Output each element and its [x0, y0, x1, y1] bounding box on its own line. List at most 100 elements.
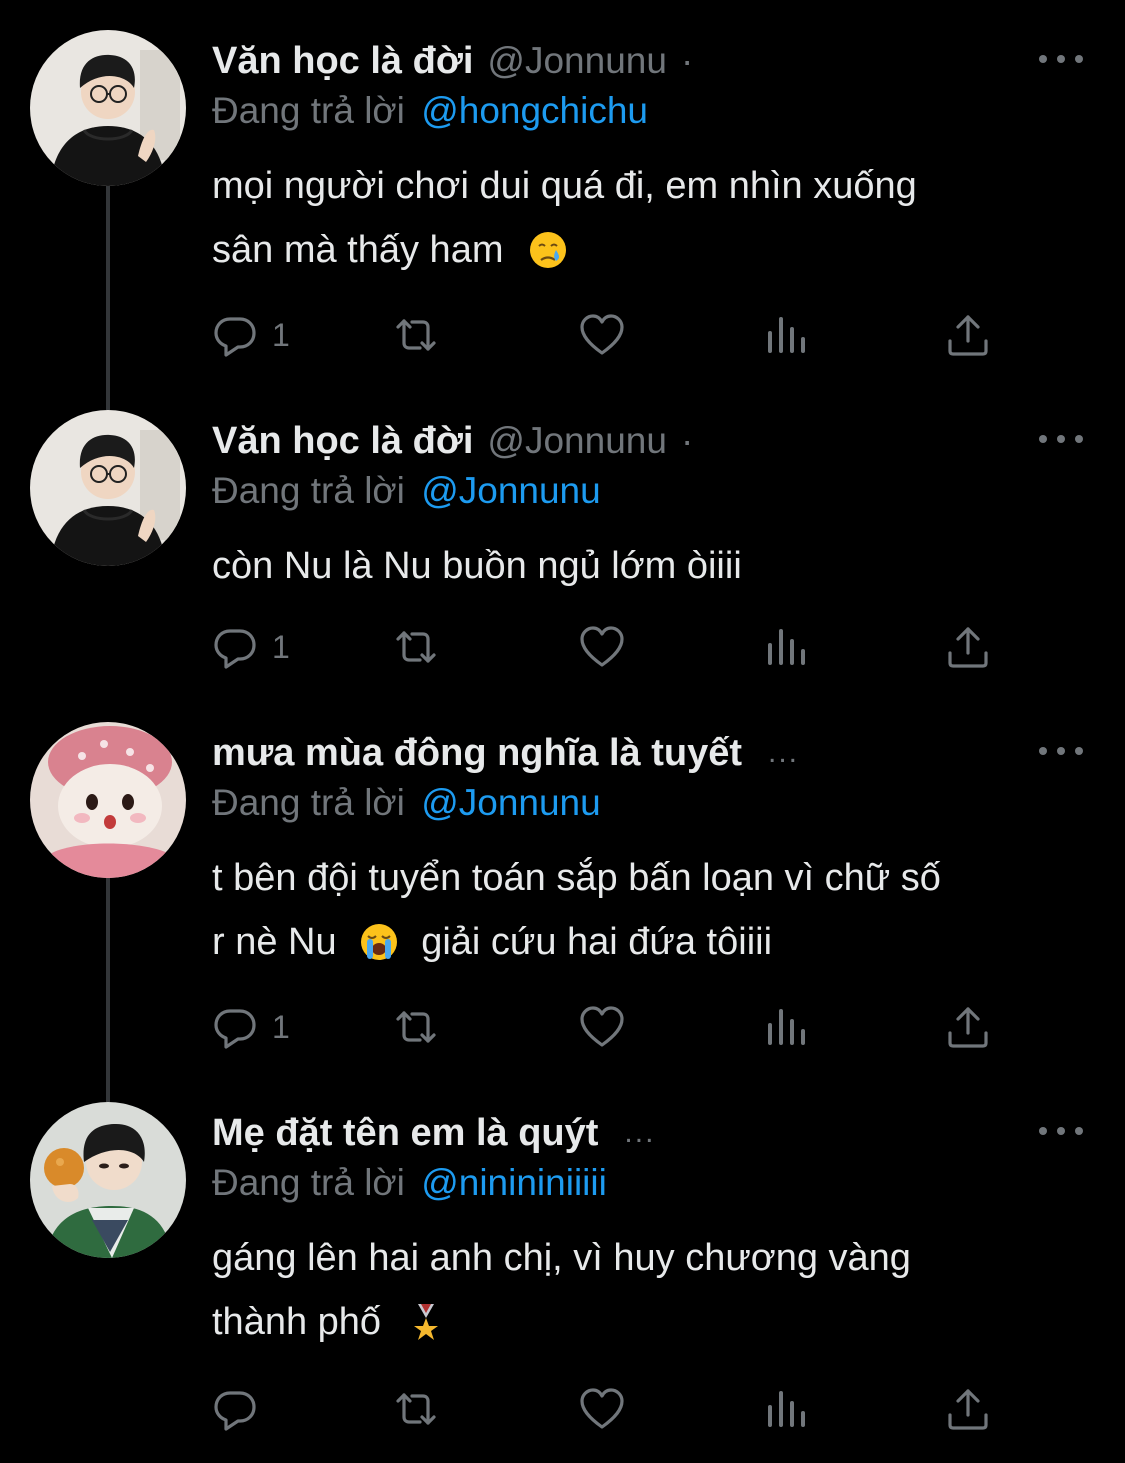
tweet-header: mưa mùa đông nghĩa là tuyết ...: [212, 730, 799, 776]
analytics-icon: [768, 629, 805, 665]
avatar[interactable]: [30, 410, 186, 566]
more-options-icon[interactable]: [1039, 44, 1083, 74]
reply-icon: [214, 1391, 256, 1431]
analytics-icon: [768, 1009, 805, 1045]
retweet-icon: [396, 1011, 436, 1043]
tweet-text-line: thành phố: [212, 1301, 382, 1343]
reply-thread: Văn học là đời @Jonnunu · Đang trả lời @…: [0, 0, 1125, 1463]
reply-button[interactable]: 1: [212, 622, 290, 672]
retweet-icon: [396, 1393, 436, 1425]
reply-count: 1: [272, 316, 290, 353]
avatar[interactable]: [30, 30, 186, 186]
reply-button[interactable]: [212, 1384, 260, 1434]
replying-to: Đang trả lời @Jonnunu: [212, 782, 601, 824]
replying-to-label: Đang trả lời: [212, 782, 405, 823]
mention-link[interactable]: @Jonnunu: [421, 782, 601, 823]
share-icon: [948, 1007, 988, 1048]
avatar-image: [30, 1102, 186, 1258]
separator-dot: ·: [680, 40, 694, 81]
share-button[interactable]: [944, 1002, 992, 1052]
avatar-image: [30, 30, 186, 186]
thread-line: [106, 878, 110, 1102]
crying-face-emoji: [530, 232, 567, 268]
username[interactable]: @Jonnunu: [487, 40, 667, 82]
tweet-text: mọi người chơi dui quá đi, em nhìn xuống…: [212, 154, 1092, 282]
retweet-icon: [396, 319, 436, 351]
tweet-text-line: giải cứu hai đứa tôiiii: [421, 921, 773, 963]
mention-link[interactable]: @ninininiiiii: [421, 1162, 607, 1203]
display-name[interactable]: Mẹ đặt tên em là quýt: [212, 1112, 598, 1155]
reply-button[interactable]: 1: [212, 310, 290, 360]
share-icon: [948, 1389, 988, 1430]
tweet-text-line: sân mà thấy ham: [212, 229, 504, 271]
tweet-actions: 1: [212, 310, 1012, 360]
tweet-header: Mẹ đặt tên em là quýt ...: [212, 1110, 655, 1156]
retweet-button[interactable]: [392, 1384, 440, 1434]
tweet-actions: [212, 1384, 1012, 1434]
reply-icon: [214, 317, 256, 357]
reply-count: 1: [272, 1008, 290, 1045]
tweet-text-line: mọi người chơi dui quá đi, em nhìn xuống: [212, 165, 917, 207]
more-options-icon[interactable]: [1039, 424, 1083, 454]
views-button[interactable]: [762, 1384, 810, 1434]
tweet-text: t bên đội tuyển toán sắp bấn loạn vì chữ…: [212, 846, 1092, 974]
tweet-text-line: còn Nu là Nu buồn ngủ lớm òiiii: [212, 545, 742, 587]
tweet-text-line: t bên đội tuyển toán sắp bấn loạn vì chữ…: [212, 857, 941, 899]
replying-to: Đang trả lời @ninininiiiii: [212, 1162, 607, 1204]
tweet-text: gáng lên hai anh chị, vì huy chương vàng…: [212, 1226, 1092, 1354]
military-medal-emoji: [413, 1304, 438, 1340]
share-icon: [948, 315, 988, 356]
name-truncation: ...: [768, 736, 800, 769]
tweet-text-line: r nè Nu: [212, 921, 337, 963]
like-button[interactable]: [578, 1384, 626, 1434]
views-button[interactable]: [762, 310, 810, 360]
reply-count: 1: [272, 628, 290, 665]
tweet-actions: 1: [212, 622, 1012, 672]
display-name[interactable]: Văn học là đời: [212, 40, 473, 83]
replying-to-label: Đang trả lời: [212, 470, 405, 511]
username[interactable]: @Jonnunu: [487, 420, 667, 462]
avatar[interactable]: [30, 1102, 186, 1258]
avatar-image: [30, 722, 186, 878]
share-button[interactable]: [944, 310, 992, 360]
tweet-text-line: gáng lên hai anh chị, vì huy chương vàng: [212, 1237, 911, 1279]
display-name[interactable]: mưa mùa đông nghĩa là tuyết: [212, 732, 742, 775]
share-button[interactable]: [944, 1384, 992, 1434]
views-button[interactable]: [762, 1002, 810, 1052]
display-name[interactable]: Văn học là đời: [212, 420, 473, 463]
more-options-icon[interactable]: [1039, 1116, 1083, 1146]
retweet-button[interactable]: [392, 622, 440, 672]
like-button[interactable]: [578, 1002, 626, 1052]
replying-to-label: Đang trả lời: [212, 1162, 405, 1203]
retweet-button[interactable]: [392, 1002, 440, 1052]
like-button[interactable]: [578, 622, 626, 672]
retweet-button[interactable]: [392, 310, 440, 360]
loudly-crying-face-emoji: [361, 924, 398, 960]
replying-to: Đang trả lời @hongchichu: [212, 90, 648, 132]
separator-dot: ·: [680, 420, 694, 461]
analytics-icon: [768, 317, 805, 353]
reply-icon: [214, 629, 256, 669]
replying-to-label: Đang trả lời: [212, 90, 405, 131]
mention-link[interactable]: @hongchichu: [421, 90, 648, 131]
share-icon: [948, 627, 988, 668]
heart-icon: [580, 314, 624, 355]
like-button[interactable]: [578, 310, 626, 360]
views-button[interactable]: [762, 622, 810, 672]
avatar-image: [30, 410, 186, 566]
share-button[interactable]: [944, 622, 992, 672]
avatar[interactable]: [30, 722, 186, 878]
tweet-actions: 1: [212, 1002, 1012, 1052]
tweet-header: Văn học là đời @Jonnunu ·: [212, 418, 693, 464]
reply-icon: [214, 1009, 256, 1049]
reply-button[interactable]: 1: [212, 1002, 290, 1052]
retweet-icon: [396, 631, 436, 663]
mention-link[interactable]: @Jonnunu: [421, 470, 601, 511]
heart-icon: [580, 1388, 624, 1429]
heart-icon: [580, 626, 624, 667]
more-options-icon[interactable]: [1039, 736, 1083, 766]
heart-icon: [580, 1006, 624, 1047]
tweet-header: Văn học là đời @Jonnunu ·: [212, 38, 693, 84]
name-truncation: ...: [624, 1116, 656, 1149]
replying-to: Đang trả lời @Jonnunu: [212, 470, 601, 512]
